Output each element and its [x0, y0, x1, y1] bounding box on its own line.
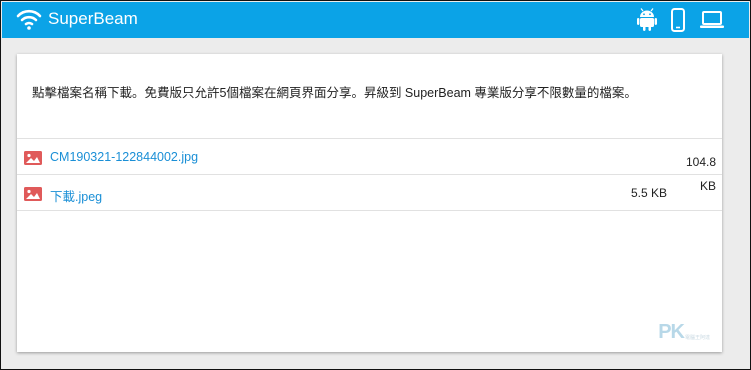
file-size: 5.5 KB [630, 186, 667, 200]
file-list: CM190321-122844002.jpg 104.8 KB 下載.jpeg … [17, 138, 722, 211]
phone-icon[interactable] [671, 8, 685, 32]
brand[interactable]: SuperBeam [16, 7, 138, 31]
watermark-text: PK [658, 321, 685, 343]
watermark-logo: PK 電腦王阿達 [658, 321, 710, 344]
laptop-icon[interactable] [699, 10, 725, 30]
file-row[interactable]: 下載.jpeg 5.5 KB [17, 175, 722, 211]
android-icon[interactable] [637, 8, 657, 32]
platform-icons [637, 8, 725, 32]
app-header: SuperBeam [2, 2, 749, 38]
wifi-icon [16, 7, 42, 31]
image-icon [24, 187, 42, 206]
download-notice: 點擊檔案名稱下載。免費版只允許5個檔案在網頁界面分享。昇級到 SuperBeam… [32, 86, 637, 100]
page-frame: SuperBeam 點擊檔案名稱下載。免費版只允許5個檔案在網頁界面分享。昇級到… [0, 0, 751, 370]
file-card: 點擊檔案名稱下載。免費版只允許5個檔案在網頁界面分享。昇級到 SuperBeam… [17, 54, 722, 352]
watermark-subtext: 電腦王阿達 [684, 335, 710, 341]
image-icon [24, 151, 42, 170]
file-link[interactable]: CM190321-122844002.jpg [50, 150, 198, 164]
app-title: SuperBeam [48, 9, 138, 28]
file-link[interactable]: 下載.jpeg [50, 186, 102, 205]
file-row[interactable]: CM190321-122844002.jpg 104.8 KB [17, 139, 722, 193]
